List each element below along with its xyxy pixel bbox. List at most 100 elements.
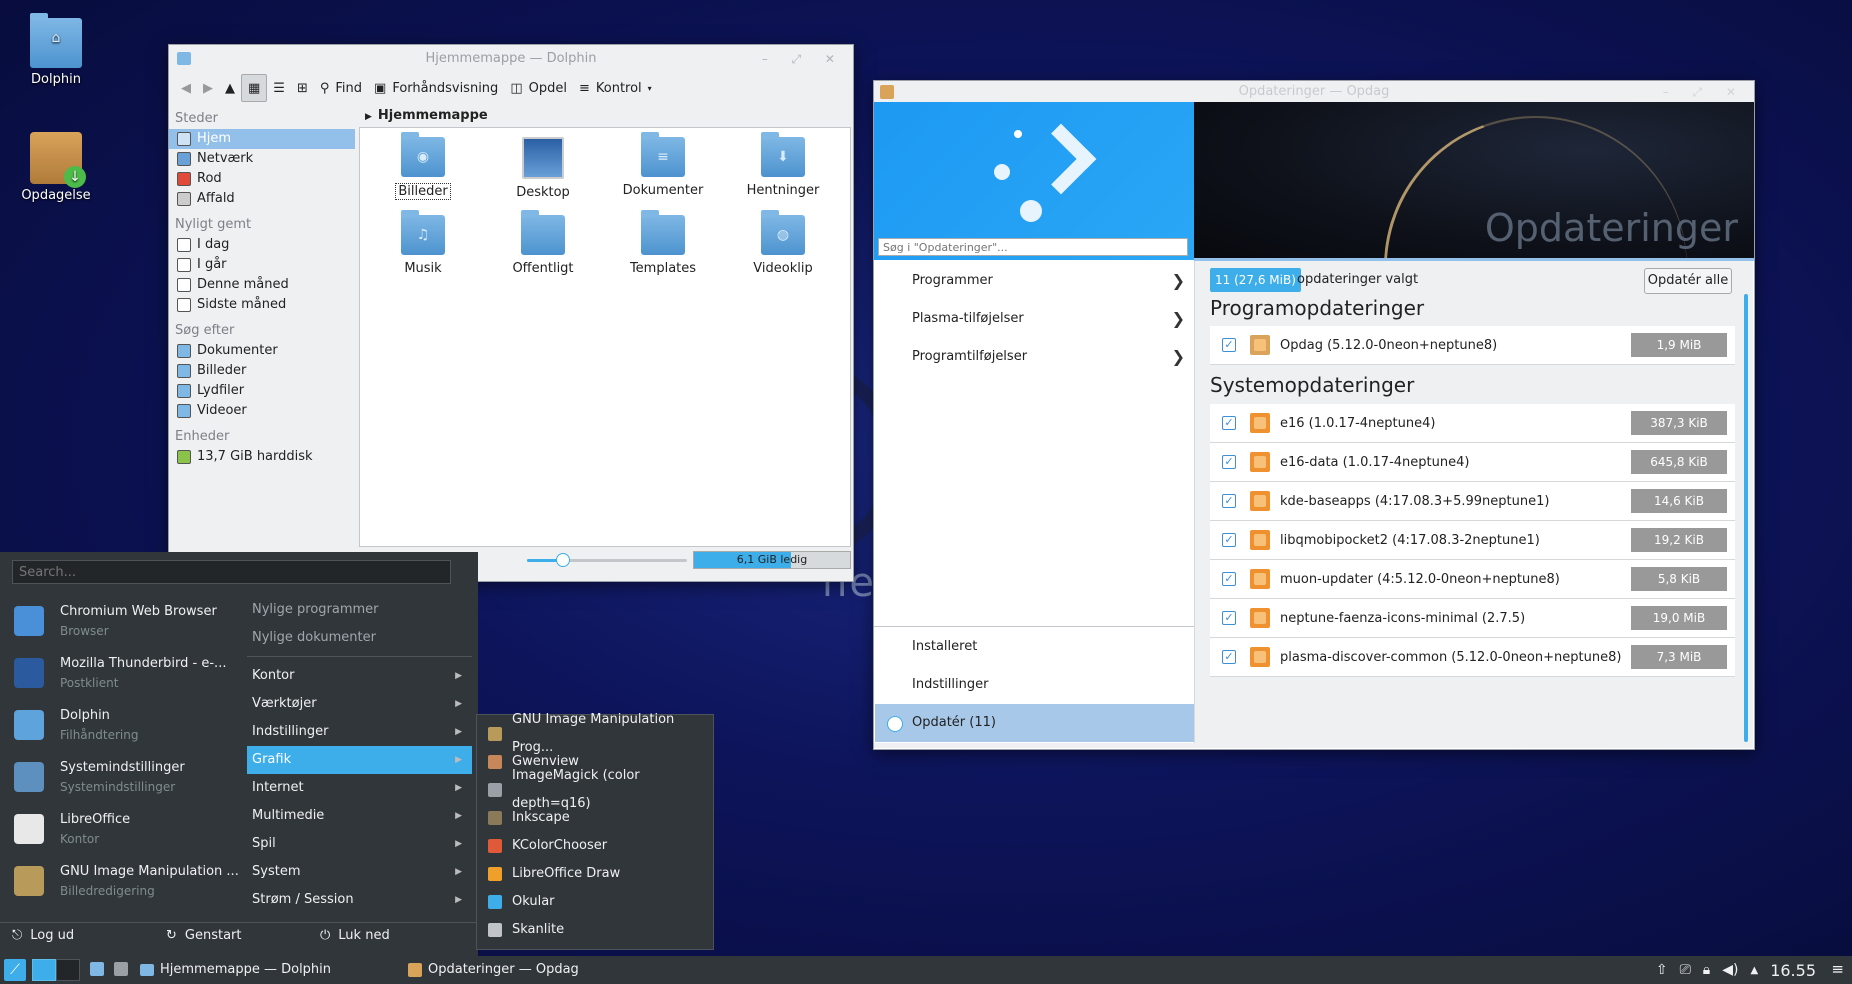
quicklaunch-dolphin-icon[interactable] [90,962,104,976]
checkbox[interactable]: ✓ [1222,494,1236,508]
find-button[interactable]: ⚲ Find [314,75,368,101]
submenu-app[interactable]: KColorChooser [478,832,710,860]
volume-icon[interactable]: ◀) [1722,962,1738,978]
file-item[interactable]: ⬇ Hentninger [733,132,833,198]
place-netvaerk[interactable]: Netværk [169,149,355,169]
updates-tray-icon[interactable]: ⇧ [1656,962,1668,978]
recent-today[interactable]: I dag [169,235,355,255]
checkbox[interactable]: ✓ [1222,416,1236,430]
recent-apps-link[interactable]: Nylige programmer [252,602,379,617]
favorite-app[interactable]: LibreOffice Kontor [10,804,242,856]
checkbox[interactable]: ✓ [1222,572,1236,586]
place-hjem[interactable]: Hjem [169,129,355,149]
menu-category[interactable]: Strøm / Session ▶ [247,886,472,914]
desktop-icon-dolphin[interactable]: ⌂ Dolphin [6,12,106,87]
zoom-slider[interactable] [527,553,687,567]
update-all-button[interactable]: Opdatér alle [1644,268,1732,294]
favorite-app[interactable]: Dolphin Filhåndtering [10,700,242,752]
update-row[interactable]: ✓ Opdag (5.12.0-0neon+neptune8) 1,9 MiB [1210,326,1735,365]
zoom-slider-handle[interactable] [556,553,571,567]
discover-titlebar[interactable]: Opdateringer — Opdag – ⤢ ✕ [874,81,1754,103]
recent-last-month[interactable]: Sidste måned [169,295,355,315]
update-row[interactable]: ✓ kde-baseapps (4:17.08.3+5.99neptune1) 14… [1210,482,1735,521]
file-item[interactable]: ◍ Videoklip [733,210,833,276]
search-documents[interactable]: Dokumenter [169,341,355,361]
submenu-app[interactable]: Skanlite [478,916,710,944]
nav-update[interactable]: Opdatér (11) [875,704,1195,742]
control-menu-button[interactable]: ≡ Kontrol ▾ [573,75,658,101]
dolphin-titlebar[interactable]: Hjemmemappe — Dolphin – ⤢ ✕ [169,45,853,73]
free-space-bar[interactable]: 6,1 GiB ledig [693,551,851,569]
favorite-app[interactable]: Mozilla Thunderbird - e-... Postklient [10,648,242,700]
recent-this-month[interactable]: Denne måned [169,275,355,295]
submenu-app[interactable]: ImageMagick (color depth=q16) [478,768,710,811]
file-item[interactable]: Offentligt [493,210,593,276]
menu-category[interactable]: Kontor ▶ [247,662,472,690]
menu-category[interactable]: Internet ▶ [247,774,472,802]
menu-category[interactable]: Spil ▶ [247,830,472,858]
up-arrow-icon[interactable]: ▲ [219,75,241,101]
details-view-icon[interactable]: ☰ [267,75,291,101]
split-button[interactable]: ◫ Opdel [504,75,573,101]
update-row[interactable]: ✓ e16-data (1.0.17-4neptune4) 645,8 KiB [1210,443,1735,482]
favorite-app[interactable]: Chromium Web Browser Browser [10,596,242,648]
task-dolphin[interactable]: Hjemmemappe — Dolphin [140,956,331,984]
window-controls[interactable]: – ⤢ ✕ [762,45,845,73]
lock-icon[interactable]: 🔒︎ [1703,962,1710,978]
logout-button[interactable]: ⎋ Log ud [12,928,74,943]
preview-button[interactable]: ▣ Forhåndsvisning [368,75,504,101]
menu-category[interactable]: System ▶ [247,858,472,886]
checkbox[interactable]: ✓ [1222,455,1236,469]
checkbox[interactable]: ✓ [1222,611,1236,625]
panel-menu-icon[interactable]: ≡ [1831,960,1844,978]
updates-scrollbar[interactable] [1744,294,1748,742]
back-arrow-icon[interactable]: ◀ [175,75,197,101]
submenu-app[interactable]: GNU Image Manipulation Prog... [478,712,710,755]
breadcrumb[interactable]: ▶ Hjemmemappe [365,105,488,127]
search-audio[interactable]: Lydfiler [169,381,355,401]
nav-plasma-addons[interactable]: Plasma-tilføjelser ❯ [875,300,1195,338]
place-rod[interactable]: Rod [169,169,355,189]
file-item[interactable]: Desktop [493,137,593,200]
checkbox[interactable]: ✓ [1222,650,1236,664]
menu-category[interactable]: Multimedie ▶ [247,802,472,830]
menu-category[interactable]: Værktøjer ▶ [247,690,472,718]
discover-search-input[interactable] [878,238,1188,256]
update-row[interactable]: ✓ muon-updater (4:5.12.0-0neon+neptune8) 5… [1210,560,1735,599]
update-row[interactable]: ✓ e16 (1.0.17-4neptune4) 387,3 KiB [1210,404,1735,443]
task-discover[interactable]: Opdateringer — Opdag [408,956,579,984]
desktop-icon-opdagelse[interactable]: ↓ Opdagelse [6,130,106,203]
submenu-app[interactable]: Okular [478,888,710,916]
restart-button[interactable]: ↻ Genstart [166,928,242,943]
recent-docs-link[interactable]: Nylige dokumenter [252,630,376,645]
submenu-app[interactable]: LibreOffice Draw [478,860,710,888]
clock[interactable]: 16.55 [1770,961,1816,980]
tray-expand-icon[interactable]: ▲ [1750,965,1758,976]
checkbox[interactable]: ✓ [1222,533,1236,547]
file-item[interactable]: ◉ Billeder [373,132,473,200]
update-row[interactable]: ✓ neptune-faenza-icons-minimal (2.7.5) 19,… [1210,599,1735,638]
window-controls[interactable]: – ⤢ ✕ [1663,81,1746,103]
menu-category[interactable]: Indstillinger ▶ [247,718,472,746]
app-launcher-icon[interactable]: ⟋ [4,959,26,981]
device-harddisk[interactable]: 13,7 GiB harddisk [169,447,355,467]
checkbox[interactable]: ✓ [1222,338,1236,352]
network-tray-icon[interactable]: ⎚ [1680,962,1691,978]
search-images[interactable]: Billeder [169,361,355,381]
file-item[interactable]: ≡ Dokumenter [613,132,713,198]
tree-view-icon[interactable]: ⊞ [291,75,314,101]
pager-desktop-1[interactable] [32,959,56,981]
quicklaunch-settings-icon[interactable] [114,962,128,976]
file-item[interactable]: ♫ Musik [373,210,473,276]
icons-view-icon[interactable]: ▦ [241,74,268,102]
pager-desktop-2[interactable] [56,959,80,981]
nav-settings[interactable]: Indstillinger [875,666,1195,704]
file-item[interactable]: Templates [613,210,713,276]
favorite-app[interactable]: GNU Image Manipulation ... Billedredigeri… [10,856,242,908]
recent-yesterday[interactable]: I går [169,255,355,275]
nav-programmer[interactable]: Programmer ❯ [875,262,1195,300]
nav-app-addons[interactable]: Programtilføjelser ❯ [875,338,1195,376]
menu-category[interactable]: Grafik ▶ [247,746,472,774]
update-row[interactable]: ✓ libqmobipocket2 (4:17.08.3-2neptune1) 19… [1210,521,1735,560]
place-affald[interactable]: Affald [169,189,355,209]
